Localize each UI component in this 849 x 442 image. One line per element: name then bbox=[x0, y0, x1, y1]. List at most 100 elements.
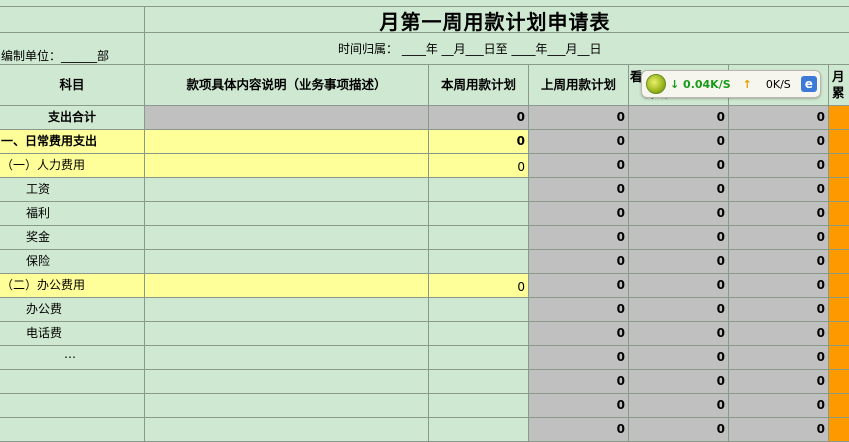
row-this-week-cell[interactable] bbox=[429, 418, 529, 442]
row-label-cell[interactable]: 支出合计 bbox=[0, 106, 145, 130]
row-description-cell[interactable] bbox=[145, 250, 429, 274]
ie-icon[interactable]: e bbox=[800, 76, 817, 92]
row-col4-cell[interactable]: 0 bbox=[629, 202, 729, 226]
row-col5-cell[interactable]: 0 bbox=[729, 202, 829, 226]
row-col4-cell[interactable]: 0 bbox=[629, 418, 729, 442]
row-description-cell[interactable] bbox=[145, 178, 429, 202]
row-description-cell[interactable] bbox=[145, 346, 429, 370]
row-col4-cell[interactable]: 0 bbox=[629, 250, 729, 274]
row-col6-cell[interactable] bbox=[829, 370, 849, 394]
row-col4-cell[interactable]: 0 bbox=[629, 178, 729, 202]
row-description-cell[interactable] bbox=[145, 370, 429, 394]
row-description-cell[interactable] bbox=[145, 130, 429, 154]
row-col5-cell[interactable]: 0 bbox=[729, 298, 829, 322]
row-col5-cell[interactable]: 0 bbox=[729, 154, 829, 178]
row-this-week-cell[interactable] bbox=[429, 298, 529, 322]
header-description[interactable]: 款项具体内容说明（业务事项描述） bbox=[145, 65, 429, 106]
row-this-week-cell[interactable] bbox=[429, 202, 529, 226]
row-last-week-cell[interactable]: 0 bbox=[529, 202, 629, 226]
row-this-week-cell[interactable]: 0 bbox=[429, 154, 529, 178]
row-description-cell[interactable] bbox=[145, 202, 429, 226]
accelerator-logo-icon[interactable] bbox=[646, 74, 666, 94]
row-description-cell[interactable] bbox=[145, 154, 429, 178]
row-this-week-cell[interactable]: 0 bbox=[429, 106, 529, 130]
row-this-week-cell[interactable] bbox=[429, 394, 529, 418]
row-col5-cell[interactable]: 0 bbox=[729, 274, 829, 298]
row-col4-cell[interactable]: 0 bbox=[629, 298, 729, 322]
header-last-week[interactable]: 上周用款计划 bbox=[529, 65, 629, 106]
row-description-cell[interactable] bbox=[145, 226, 429, 250]
row-col6-cell[interactable] bbox=[829, 130, 849, 154]
row-col5-cell[interactable]: 0 bbox=[729, 178, 829, 202]
title-left-cell[interactable] bbox=[0, 7, 145, 33]
row-this-week-cell[interactable] bbox=[429, 346, 529, 370]
row-col6-cell[interactable] bbox=[829, 226, 849, 250]
row-col6-cell[interactable] bbox=[829, 202, 849, 226]
row-col6-cell[interactable] bbox=[829, 106, 849, 130]
row-last-week-cell[interactable]: 0 bbox=[529, 346, 629, 370]
row-col6-cell[interactable] bbox=[829, 178, 849, 202]
row-this-week-cell[interactable] bbox=[429, 370, 529, 394]
row-label-cell[interactable] bbox=[0, 394, 145, 418]
row-col5-cell[interactable]: 0 bbox=[729, 346, 829, 370]
row-last-week-cell[interactable]: 0 bbox=[529, 106, 629, 130]
row-this-week-cell[interactable] bbox=[429, 322, 529, 346]
row-last-week-cell[interactable]: 0 bbox=[529, 154, 629, 178]
row-label-cell[interactable] bbox=[0, 418, 145, 442]
row-col4-cell[interactable]: 0 bbox=[629, 370, 729, 394]
row-label-cell[interactable]: （一）人力费用 bbox=[0, 154, 145, 178]
header-subject[interactable]: 科目 bbox=[0, 65, 145, 106]
row-col6-cell[interactable] bbox=[829, 346, 849, 370]
row-last-week-cell[interactable]: 0 bbox=[529, 130, 629, 154]
row-col5-cell[interactable]: 0 bbox=[729, 370, 829, 394]
row-col6-cell[interactable] bbox=[829, 250, 849, 274]
row-col5-cell[interactable]: 0 bbox=[729, 226, 829, 250]
row-label-cell[interactable]: 福利 bbox=[0, 202, 145, 226]
row-col4-cell[interactable]: 0 bbox=[629, 226, 729, 250]
row-col4-cell[interactable]: 0 bbox=[629, 154, 729, 178]
row-label-cell[interactable]: 工资 bbox=[0, 178, 145, 202]
row-label-cell[interactable]: 办公费 bbox=[0, 298, 145, 322]
row-label-cell[interactable]: 奖金 bbox=[0, 226, 145, 250]
row-description-cell[interactable] bbox=[145, 274, 429, 298]
row-last-week-cell[interactable]: 0 bbox=[529, 274, 629, 298]
row-last-week-cell[interactable]: 0 bbox=[529, 226, 629, 250]
row-this-week-cell[interactable] bbox=[429, 226, 529, 250]
row-label-cell[interactable]: … bbox=[0, 346, 145, 370]
row-col4-cell[interactable]: 0 bbox=[629, 106, 729, 130]
row-label-cell[interactable] bbox=[0, 370, 145, 394]
header-col6[interactable]: 月累 bbox=[829, 65, 849, 106]
row-col6-cell[interactable] bbox=[829, 298, 849, 322]
row-col5-cell[interactable]: 0 bbox=[729, 250, 829, 274]
row-col6-cell[interactable] bbox=[829, 394, 849, 418]
row-last-week-cell[interactable]: 0 bbox=[529, 322, 629, 346]
row-description-cell[interactable] bbox=[145, 418, 429, 442]
row-description-cell[interactable] bbox=[145, 298, 429, 322]
row-description-cell[interactable] bbox=[145, 394, 429, 418]
row-col5-cell[interactable]: 0 bbox=[729, 418, 829, 442]
row-col5-cell[interactable]: 0 bbox=[729, 322, 829, 346]
header-this-week[interactable]: 本周用款计划 bbox=[429, 65, 529, 106]
row-description-cell[interactable] bbox=[145, 106, 429, 130]
row-col4-cell[interactable]: 0 bbox=[629, 322, 729, 346]
row-col5-cell[interactable]: 0 bbox=[729, 130, 829, 154]
row-last-week-cell[interactable]: 0 bbox=[529, 250, 629, 274]
row-col6-cell[interactable] bbox=[829, 418, 849, 442]
row-last-week-cell[interactable]: 0 bbox=[529, 178, 629, 202]
row-this-week-cell[interactable] bbox=[429, 250, 529, 274]
row-this-week-cell[interactable]: 0 bbox=[429, 274, 529, 298]
row-col5-cell[interactable]: 0 bbox=[729, 106, 829, 130]
row-this-week-cell[interactable]: 0 bbox=[429, 130, 529, 154]
row-description-cell[interactable] bbox=[145, 322, 429, 346]
row-col5-cell[interactable]: 0 bbox=[729, 394, 829, 418]
row-col6-cell[interactable] bbox=[829, 322, 849, 346]
network-speed-widget[interactable]: ↓ 0.04K/S ↑ 0K/S e bbox=[641, 70, 821, 98]
row-col4-cell[interactable]: 0 bbox=[629, 346, 729, 370]
row-last-week-cell[interactable]: 0 bbox=[529, 298, 629, 322]
row-col4-cell[interactable]: 0 bbox=[629, 394, 729, 418]
row-label-cell[interactable]: 保险 bbox=[0, 250, 145, 274]
row-label-cell[interactable]: （二）办公费用 bbox=[0, 274, 145, 298]
row-this-week-cell[interactable] bbox=[429, 178, 529, 202]
row-last-week-cell[interactable]: 0 bbox=[529, 418, 629, 442]
row-col6-cell[interactable] bbox=[829, 274, 849, 298]
